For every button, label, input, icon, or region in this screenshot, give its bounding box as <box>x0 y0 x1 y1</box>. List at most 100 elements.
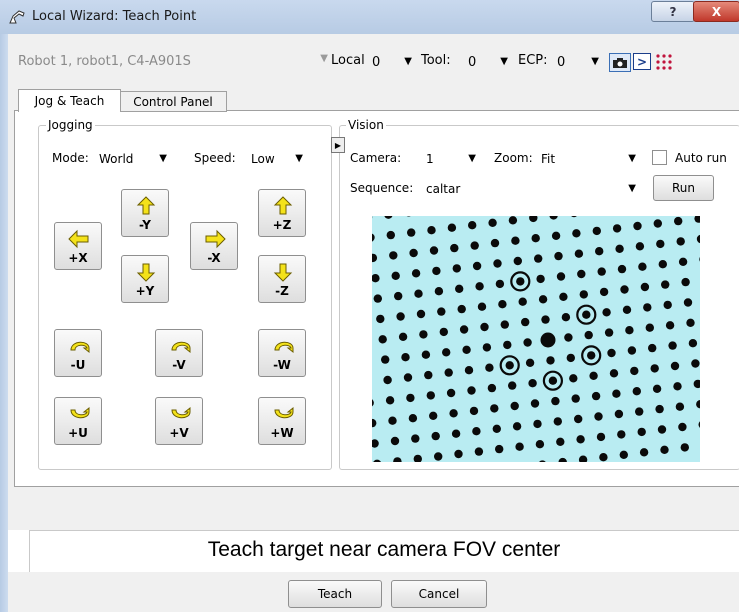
camera-image[interactable] <box>363 206 711 472</box>
target-dot <box>457 304 466 314</box>
target-dot <box>388 416 397 425</box>
target-dot <box>609 369 619 378</box>
target-dot <box>538 295 548 304</box>
local-select[interactable]: 0 ▼ <box>367 50 417 74</box>
target-dot <box>680 443 689 452</box>
target-dot <box>615 244 624 253</box>
target-dot <box>495 279 505 289</box>
target-dot <box>663 300 672 310</box>
target-dot <box>617 430 626 439</box>
speed-select[interactable]: Low ▼ <box>246 147 310 171</box>
mode-select[interactable]: World ▼ <box>94 147 174 171</box>
jog-minus-v-button[interactable]: -V <box>155 329 203 377</box>
jog-plus-y-button[interactable]: +Y <box>121 255 169 303</box>
sequence-select-value: caltar <box>426 182 461 196</box>
target-dot <box>670 361 680 371</box>
target-dot <box>530 399 540 408</box>
target-dot <box>411 434 420 443</box>
chevron-down-icon: ▼ <box>500 56 508 67</box>
target-dot <box>523 338 532 347</box>
tab-control-panel[interactable]: Control Panel <box>119 91 227 112</box>
target-dot <box>408 414 418 423</box>
target-dot <box>561 313 571 322</box>
target-dot <box>675 402 685 411</box>
arrow-up-icon <box>273 196 293 215</box>
cancel-button[interactable]: Cancel <box>391 580 487 608</box>
rotate-ccw-icon <box>274 341 294 354</box>
target-dot <box>635 407 644 416</box>
target-dot <box>620 285 629 294</box>
target-dot <box>688 339 698 348</box>
target-dot <box>449 409 458 418</box>
target-dot <box>432 266 441 276</box>
ecp-select[interactable]: 0 ▼ <box>552 50 604 74</box>
jog-minus-u-button[interactable]: -U <box>54 329 102 377</box>
target-dot <box>660 445 669 454</box>
run-button[interactable]: Run <box>653 175 714 201</box>
target-dot <box>407 228 416 237</box>
target-dot <box>535 440 545 449</box>
tool-select[interactable]: 0 ▼ <box>463 50 513 74</box>
jog-minus-z-button[interactable]: -Z <box>258 255 306 303</box>
tab-jog-teach[interactable]: Jog & Teach <box>18 89 121 112</box>
vision-group-label: Vision <box>346 118 386 132</box>
auto-run-checkbox[interactable] <box>652 150 667 165</box>
target-dot <box>429 411 438 420</box>
jog-minus-x-button[interactable]: -X <box>190 222 238 270</box>
help-button[interactable]: ? <box>651 1 695 22</box>
target-dot <box>554 251 563 261</box>
target-dot <box>655 404 664 414</box>
target-dot <box>454 449 463 459</box>
target-dot <box>587 351 596 360</box>
camera-icon[interactable] <box>609 53 631 72</box>
jog-plus-z-button[interactable]: +Z <box>258 189 306 237</box>
target-dot <box>686 318 695 327</box>
target-dot <box>556 272 566 281</box>
target-dot <box>470 241 479 250</box>
jog-plus-v-button[interactable]: +V <box>155 397 203 445</box>
jog-plus-w-button[interactable]: +W <box>258 397 306 445</box>
target-dot <box>553 417 562 426</box>
chevron-down-icon: ▼ <box>628 183 636 194</box>
target-dot <box>658 260 667 269</box>
arrow-up-icon <box>136 196 156 215</box>
expand-arrow-icon[interactable]: ▶ <box>331 137 345 153</box>
target-dot <box>505 361 514 370</box>
robot-select[interactable]: Robot 1, robot1, C4-A901S ▼ <box>18 50 328 72</box>
target-dot <box>480 322 489 332</box>
target-dot <box>389 251 398 260</box>
dot-grid-icon[interactable] <box>655 53 673 71</box>
jog-minus-y-button[interactable]: -Y <box>121 189 169 237</box>
target-dot <box>619 450 628 459</box>
jog-plus-u-button[interactable]: +U <box>54 397 102 445</box>
target-dot <box>639 448 649 457</box>
mode-label: Mode: <box>52 151 89 165</box>
target-dot <box>434 287 444 296</box>
target-dot <box>394 291 403 301</box>
zoom-select[interactable]: Fit ▼ <box>536 147 643 171</box>
target-dot <box>378 335 387 344</box>
target-dot <box>409 248 418 258</box>
target-dot <box>492 424 501 433</box>
zoom-select-value: Fit <box>541 152 556 166</box>
teach-button[interactable]: Teach <box>288 580 382 608</box>
camera-select[interactable]: 1 ▼ <box>421 147 483 171</box>
target-dot <box>640 282 650 292</box>
target-dot <box>414 289 423 298</box>
sequence-select[interactable]: caltar ▼ <box>421 177 643 201</box>
run-sequence-icon[interactable]: > <box>633 53 651 70</box>
jog-minus-w-button[interactable]: -W <box>258 329 306 377</box>
tool-select-value: 0 <box>468 54 477 70</box>
target-dot <box>429 246 439 255</box>
jog-plus-x-button[interactable]: +X <box>54 222 102 270</box>
target-dot <box>533 419 542 429</box>
target-dot <box>498 300 507 309</box>
close-button[interactable]: X <box>693 1 739 22</box>
chevron-down-icon: ▼ <box>295 153 303 164</box>
target-dot <box>477 302 487 311</box>
target-dot <box>569 374 578 383</box>
target-dot <box>424 370 433 380</box>
target-dot <box>437 307 446 316</box>
target-dot <box>512 422 522 431</box>
robot-arm-icon <box>8 9 26 25</box>
